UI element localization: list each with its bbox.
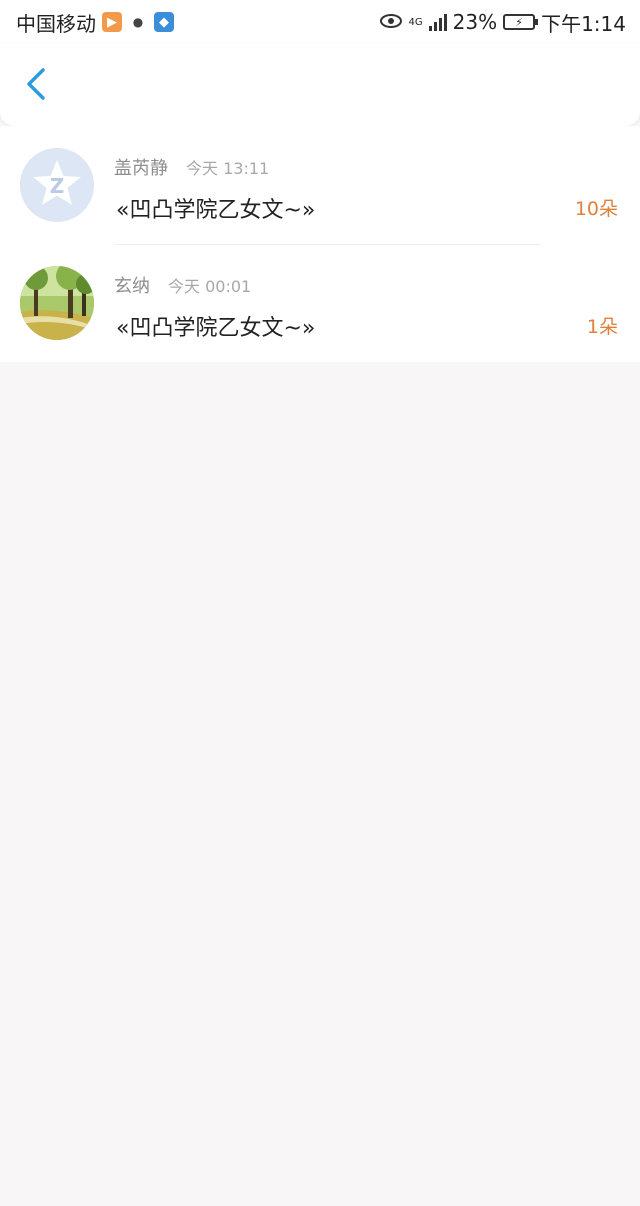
timestamp: 今天 13:11 [186,159,270,178]
item-meta: 玄纳 今天 00:01 [114,272,251,298]
network-label: 4G [408,16,423,28]
carrier-label: 中国移动 [16,11,96,36]
story-title: «凹凸学院乙女文~» [116,316,316,341]
status-left: 中国移动 ▶ ● ◆ [16,8,174,37]
park-photo-avatar-icon [20,266,94,340]
signal-icon [428,13,447,31]
flower-count: 1朵 [586,316,618,338]
svg-text:Z: Z [50,174,65,198]
battery-percent: 23% [452,10,498,34]
play-app-icon: ▶ [102,12,122,32]
clock: 下午1:14 [541,11,626,36]
flower-count: 10朵 [574,198,618,220]
story-title: «凹凸学院乙女文~» [116,198,316,223]
back-button[interactable] [18,66,54,106]
eye-icon [379,10,403,34]
list-item[interactable]: 玄纳 今天 00:01 «凹凸学院乙女文~» 1朵 [0,244,640,362]
status-right: 4G 23% ⚡ 下午1:14 [379,8,626,37]
chevron-left-icon [25,67,47,105]
avatar[interactable] [20,266,94,340]
status-bar: 中国移动 ▶ ● ◆ 4G 23% ⚡ 下午1:14 [0,0,640,44]
avatar[interactable]: Z [20,148,94,222]
header [0,44,640,126]
item-meta: 盖芮静 今天 13:11 [114,154,269,180]
list-item[interactable]: Z 盖芮静 今天 13:11 «凹凸学院乙女文~» 10朵 [0,126,640,244]
qq-penguin-icon: ● [132,15,144,29]
timestamp: 今天 00:01 [168,277,252,296]
battery-icon: ⚡ [503,14,539,30]
user-name: 玄纳 [114,276,150,297]
flower-list: Z 盖芮静 今天 13:11 «凹凸学院乙女文~» 10朵 玄纳 今天 00:0… [0,126,640,362]
shield-app-icon: ◆ [154,12,174,32]
user-name: 盖芮静 [114,158,168,179]
default-star-avatar-icon: Z [20,148,94,222]
